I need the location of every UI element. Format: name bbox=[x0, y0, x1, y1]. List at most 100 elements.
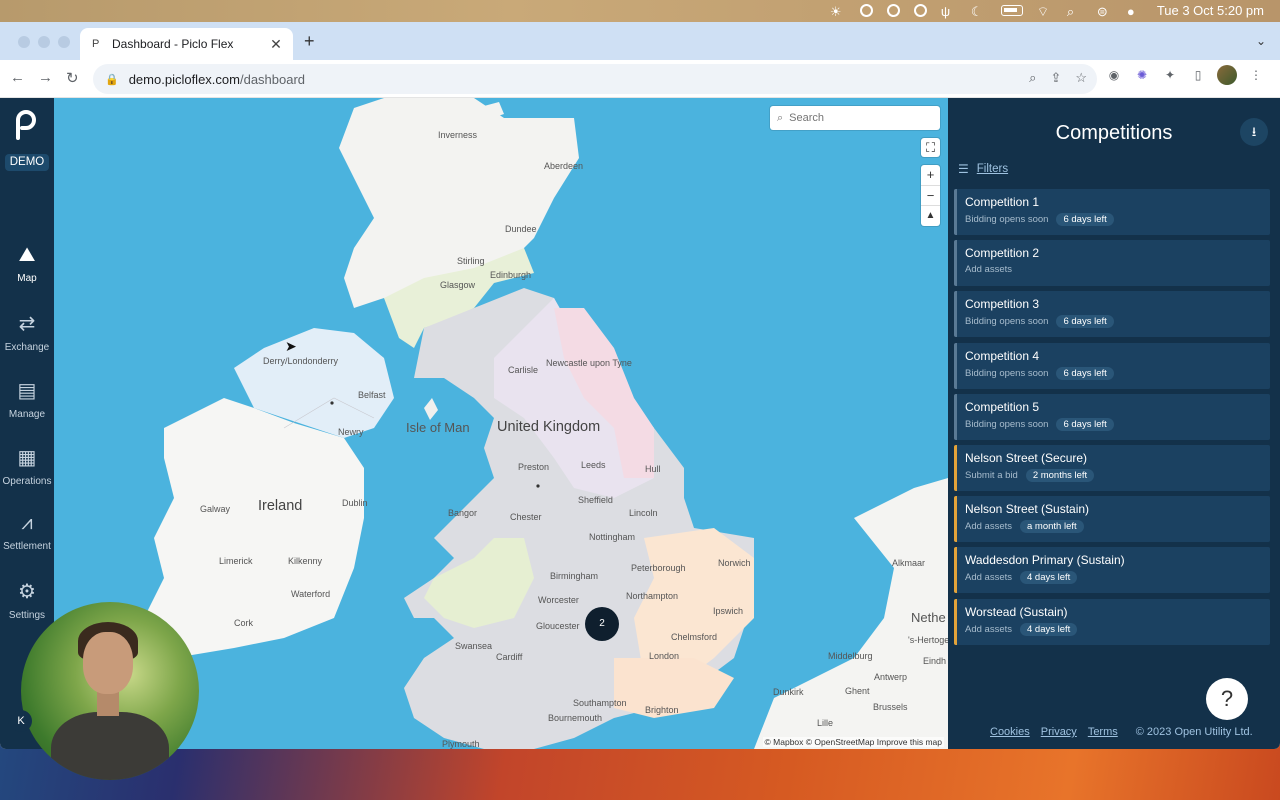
map-search-box[interactable]: ⌕ bbox=[770, 106, 940, 130]
status-icon[interactable] bbox=[859, 4, 873, 17]
siri-icon[interactable]: ● bbox=[1127, 4, 1143, 19]
moon-icon[interactable]: ☾ bbox=[971, 4, 987, 19]
improve-map-link[interactable]: Improve this map bbox=[877, 737, 942, 747]
bookmark-star-icon[interactable]: ☆ bbox=[1075, 70, 1087, 86]
competition-list: Competition 1 Bidding opens soon 6 days le… bbox=[954, 189, 1270, 650]
nav-item-manage[interactable]: ▤ Manage bbox=[0, 378, 54, 420]
close-tab-icon[interactable]: ✕ bbox=[267, 36, 285, 53]
map-label: Norwich bbox=[718, 558, 751, 568]
map-label: Derry/Londonderry bbox=[263, 356, 339, 366]
map-label: Kilkenny bbox=[288, 556, 323, 566]
competition-card[interactable]: Nelson Street (Sustain) Add assets a month… bbox=[954, 496, 1270, 543]
competition-card[interactable]: Competition 1 Bidding opens soon 6 days le… bbox=[954, 189, 1270, 235]
browser-window: P Dashboard - Piclo Flex ✕ + ⌄ ← → ↻ 🔒 d… bbox=[0, 22, 1280, 749]
terms-link[interactable]: Terms bbox=[1088, 726, 1118, 738]
app-icon[interactable] bbox=[913, 4, 927, 17]
map-cluster-marker[interactable]: 2 bbox=[585, 607, 619, 641]
nav-item-exchange[interactable]: ⇄ Exchange bbox=[0, 311, 54, 353]
menubar-tray: ☀ ψ ☾ ⌔ ⌕ ⊜ ● Tue 3 Oct 5:20 pm bbox=[830, 3, 1264, 19]
extension-icon[interactable]: ◉ bbox=[1105, 66, 1123, 84]
antenna-icon[interactable]: ψ bbox=[941, 4, 957, 19]
map-icon: ⛰ bbox=[18, 244, 36, 266]
map-label: Brussels bbox=[873, 702, 908, 712]
map-label: Lincoln bbox=[629, 508, 658, 518]
map-label: Eindh bbox=[923, 656, 947, 666]
help-button[interactable]: ? bbox=[1206, 678, 1248, 720]
nav-item-settings[interactable]: ⚙ Settings bbox=[0, 579, 54, 621]
competition-card[interactable]: Competition 2 Add assets bbox=[954, 240, 1270, 287]
map-search-input[interactable] bbox=[789, 112, 920, 124]
piclo-logo-icon[interactable] bbox=[12, 110, 40, 140]
map-label: Worcester bbox=[538, 595, 579, 605]
window-controls bbox=[18, 36, 70, 48]
puzzle-icon[interactable]: ✦ bbox=[1161, 66, 1179, 84]
menubar-clock[interactable]: Tue 3 Oct 5:20 pm bbox=[1157, 3, 1264, 18]
reload-icon[interactable]: ↻ bbox=[66, 69, 79, 87]
competition-name: Competition 5 bbox=[965, 399, 1040, 414]
creative-cloud-icon[interactable] bbox=[886, 4, 900, 17]
competition-card[interactable]: Competition 5 Bidding opens soon 6 days le… bbox=[954, 393, 1270, 440]
user-avatar[interactable]: K bbox=[10, 710, 32, 732]
attribution-mapbox[interactable]: © Mapbox bbox=[765, 737, 804, 747]
competition-card[interactable]: Competition 3 Bidding opens soon 6 days le… bbox=[954, 291, 1270, 338]
webcam-overlay bbox=[21, 602, 199, 780]
competition-name: Competition 4 bbox=[965, 348, 1040, 363]
search-icon[interactable]: ⌕ bbox=[1067, 4, 1083, 19]
map-label: Waterford bbox=[291, 589, 331, 599]
minimize-window-button[interactable] bbox=[38, 36, 50, 48]
search-icon: ⌕ bbox=[777, 111, 784, 124]
battery-icon[interactable] bbox=[1000, 5, 1023, 16]
share-icon[interactable]: ⇪ bbox=[1050, 70, 1061, 86]
map-label: Leeds bbox=[581, 460, 606, 470]
brightness-icon[interactable]: ☀ bbox=[830, 4, 846, 19]
map-label: Edinburgh bbox=[490, 270, 532, 280]
tab-search-chevron-icon[interactable]: ⌄ bbox=[1256, 34, 1266, 48]
competition-card[interactable]: Worstead (Sustain) Add assets 4 days left bbox=[954, 598, 1270, 645]
forward-arrow-icon[interactable]: → bbox=[38, 69, 53, 86]
cookies-link[interactable]: Cookies bbox=[990, 726, 1030, 738]
nav-item-label: Settlement bbox=[3, 541, 51, 552]
download-icon[interactable]: ⭳ bbox=[1240, 118, 1268, 146]
zoom-window-button[interactable] bbox=[58, 36, 70, 48]
compass-icon[interactable]: ▲ bbox=[921, 205, 940, 225]
chart-icon: ⩘ bbox=[21, 512, 33, 534]
attribution-osm[interactable]: © OpenStreetMap bbox=[806, 737, 875, 747]
filters-toggle[interactable]: ☰ Filters bbox=[958, 162, 1008, 176]
lock-icon[interactable]: 🔒 bbox=[105, 73, 119, 86]
close-window-button[interactable] bbox=[18, 36, 30, 48]
extension-asterisk-icon[interactable]: ✺ bbox=[1133, 66, 1151, 84]
nav-item-map[interactable]: ⛰ Map bbox=[0, 244, 54, 284]
menu-kebab-icon[interactable]: ⋮ bbox=[1247, 66, 1265, 84]
competition-card[interactable]: Waddesdon Primary (Sustain) Add assets 4 d… bbox=[954, 547, 1270, 594]
nav-item-label: Manage bbox=[8, 409, 46, 420]
competition-card[interactable]: Competition 4 Bidding opens soon 6 days le… bbox=[954, 342, 1270, 389]
panel-footer: Cookies Privacy Terms © 2023 Open Utilit… bbox=[990, 726, 1253, 738]
zoom-icon[interactable]: ⌕ bbox=[1029, 70, 1036, 86]
filter-icon: ☰ bbox=[958, 162, 969, 176]
map-label: Sheffield bbox=[578, 495, 613, 505]
control-center-icon[interactable]: ⊜ bbox=[1097, 4, 1113, 19]
fullscreen-button[interactable]: ⛶ bbox=[921, 138, 940, 157]
extensions-area: ◉ ✺ ✦ ▯ ⋮ bbox=[1105, 65, 1265, 85]
nav-item-settlement[interactable]: ⩘ Settlement bbox=[0, 512, 54, 552]
time-left-badge: 6 days left bbox=[1056, 213, 1114, 226]
back-arrow-icon[interactable]: ← bbox=[10, 69, 25, 86]
map-label: Newry bbox=[338, 427, 364, 437]
zoom-in-button[interactable]: + bbox=[921, 165, 940, 185]
map-label: Ghent bbox=[845, 686, 870, 696]
map-label: Newcastle upon Tyne bbox=[546, 358, 632, 368]
privacy-link[interactable]: Privacy bbox=[1041, 726, 1077, 738]
browser-tab-dashboard[interactable]: P Dashboard - Piclo Flex ✕ bbox=[80, 28, 293, 60]
filters-label: Filters bbox=[976, 163, 1009, 175]
new-tab-button[interactable]: + bbox=[304, 31, 315, 52]
competition-card[interactable]: Nelson Street (Secure) Submit a bid 2 mont… bbox=[954, 444, 1270, 491]
wifi-icon[interactable]: ⌔ bbox=[1037, 4, 1053, 19]
profile-avatar[interactable] bbox=[1217, 65, 1237, 85]
sidebar-toggle-icon[interactable]: ▯ bbox=[1189, 66, 1207, 84]
url-text[interactable]: demo.picloflex.com/dashboard bbox=[129, 72, 305, 87]
map-label: Alkmaar bbox=[892, 558, 926, 568]
zoom-out-button[interactable]: − bbox=[921, 185, 940, 205]
address-bar[interactable]: 🔒 demo.picloflex.com/dashboard ⌕ ⇪ ☆ bbox=[93, 64, 1097, 94]
time-left-badge: 6 days left bbox=[1056, 417, 1114, 431]
nav-item-operations[interactable]: ▦ Operations bbox=[0, 445, 54, 487]
